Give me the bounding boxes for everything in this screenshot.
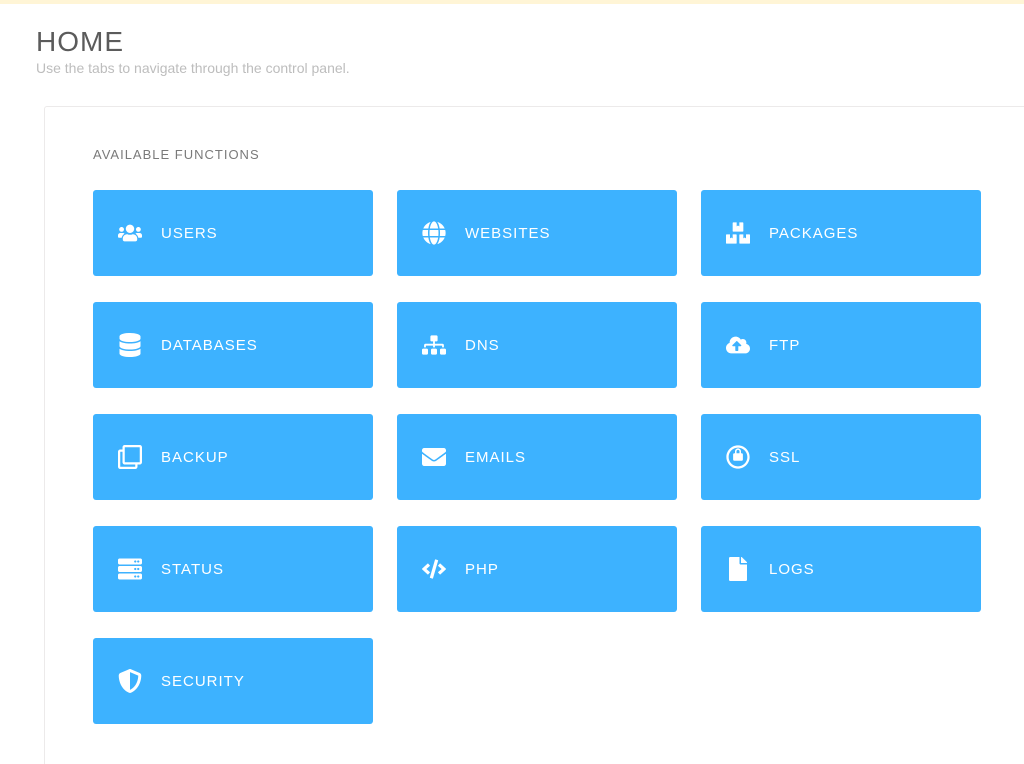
tile-ftp[interactable]: FTP bbox=[701, 302, 981, 388]
tile-logs[interactable]: LOGS bbox=[701, 526, 981, 612]
users-icon bbox=[117, 220, 143, 246]
packages-icon bbox=[725, 220, 751, 246]
cloud-upload-icon bbox=[725, 332, 751, 358]
page-title: HOME bbox=[36, 26, 1024, 58]
tile-label: PHP bbox=[465, 561, 499, 578]
tile-status[interactable]: STATUS bbox=[93, 526, 373, 612]
tile-php[interactable]: PHP bbox=[397, 526, 677, 612]
globe-icon bbox=[421, 220, 447, 246]
shield-icon bbox=[117, 668, 143, 694]
panel-title: AVAILABLE FUNCTIONS bbox=[93, 147, 976, 162]
tile-label: STATUS bbox=[161, 561, 224, 578]
database-icon bbox=[117, 332, 143, 358]
tile-websites[interactable]: WEBSITES bbox=[397, 190, 677, 276]
tile-label: SECURITY bbox=[161, 673, 245, 690]
tile-databases[interactable]: DATABASES bbox=[93, 302, 373, 388]
page-header: HOME Use the tabs to navigate through th… bbox=[0, 4, 1024, 76]
tile-label: DATABASES bbox=[161, 337, 258, 354]
tile-label: USERS bbox=[161, 225, 218, 242]
file-icon bbox=[725, 556, 751, 582]
tile-backup[interactable]: BACKUP bbox=[93, 414, 373, 500]
tile-security[interactable]: SECURITY bbox=[93, 638, 373, 724]
envelope-icon bbox=[421, 444, 447, 470]
tile-grid: USERS WEBSITES PACKAGES DATABASES DNS bbox=[93, 190, 976, 724]
server-icon bbox=[117, 556, 143, 582]
sitemap-icon bbox=[421, 332, 447, 358]
tile-ssl[interactable]: SSL bbox=[701, 414, 981, 500]
tile-label: FTP bbox=[769, 337, 800, 354]
functions-panel: AVAILABLE FUNCTIONS USERS WEBSITES PACKA… bbox=[44, 106, 1024, 764]
lock-icon bbox=[725, 444, 751, 470]
tile-emails[interactable]: EMAILS bbox=[397, 414, 677, 500]
tile-packages[interactable]: PACKAGES bbox=[701, 190, 981, 276]
tile-label: LOGS bbox=[769, 561, 815, 578]
page-subtitle: Use the tabs to navigate through the con… bbox=[36, 60, 1024, 76]
tile-label: SSL bbox=[769, 449, 800, 466]
tile-users[interactable]: USERS bbox=[93, 190, 373, 276]
tile-label: DNS bbox=[465, 337, 500, 354]
copy-icon bbox=[117, 444, 143, 470]
code-icon bbox=[421, 556, 447, 582]
tile-label: EMAILS bbox=[465, 449, 526, 466]
tile-label: BACKUP bbox=[161, 449, 229, 466]
tile-label: PACKAGES bbox=[769, 225, 858, 242]
tile-label: WEBSITES bbox=[465, 225, 551, 242]
tile-dns[interactable]: DNS bbox=[397, 302, 677, 388]
